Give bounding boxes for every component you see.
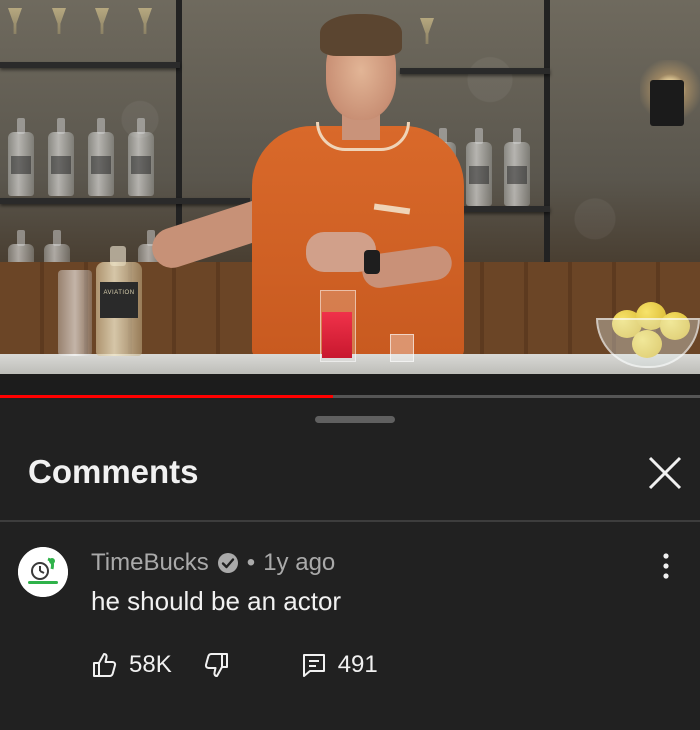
close-icon <box>648 456 682 490</box>
video-player[interactable]: AVIATION <box>0 0 700 398</box>
wristwatch <box>364 250 380 274</box>
reply-button[interactable]: 491 <box>300 651 378 679</box>
shelf <box>0 198 250 204</box>
shelf <box>460 206 550 212</box>
comment-actions: 58K 491 <box>91 648 378 682</box>
person-hair <box>320 14 402 56</box>
separator-dot: • <box>246 549 256 576</box>
reply-icon <box>302 654 325 677</box>
more-options-button[interactable] <box>652 550 680 582</box>
comments-panel: Comments TimeBucks • 1y ago he should be… <box>0 400 700 730</box>
close-button[interactable] <box>642 450 688 496</box>
shaker-glass <box>58 270 92 356</box>
drag-handle[interactable] <box>315 416 395 423</box>
bottle <box>88 118 114 196</box>
avatar[interactable] <box>18 547 68 597</box>
shelf <box>0 62 180 68</box>
bottle <box>128 118 154 196</box>
video-progress-fill <box>0 395 333 398</box>
gin-bottle-label-text: AVIATION <box>103 290 135 296</box>
reply-count: 491 <box>337 651 378 678</box>
comment-header: TimeBucks • 1y ago <box>91 548 335 578</box>
video-progress-bar[interactable] <box>0 395 700 398</box>
comment-age: 1y ago <box>263 549 336 576</box>
thumbs-down-icon <box>204 653 228 677</box>
panel-title: Comments <box>28 453 199 490</box>
divider <box>0 520 700 522</box>
dislike-button[interactable] <box>202 651 230 679</box>
like-button[interactable]: 58K <box>91 651 172 679</box>
bottle <box>8 118 34 196</box>
timebucks-logo-icon <box>18 547 68 597</box>
comment-author[interactable]: TimeBucks <box>91 549 209 577</box>
wall-lamp <box>650 80 684 126</box>
bottle <box>504 128 530 206</box>
like-count: 58K <box>129 651 172 678</box>
shelf <box>400 68 550 74</box>
bottle <box>466 128 492 206</box>
red-cocktail <box>322 312 352 358</box>
comment-text: he should be an actor <box>91 586 342 616</box>
verified-check-icon <box>217 553 238 573</box>
shot-glass <box>390 334 414 362</box>
bottle <box>48 118 74 196</box>
thumbs-up-icon <box>93 653 117 677</box>
more-vert-icon <box>663 553 669 579</box>
gin-bottle-label <box>100 282 138 318</box>
